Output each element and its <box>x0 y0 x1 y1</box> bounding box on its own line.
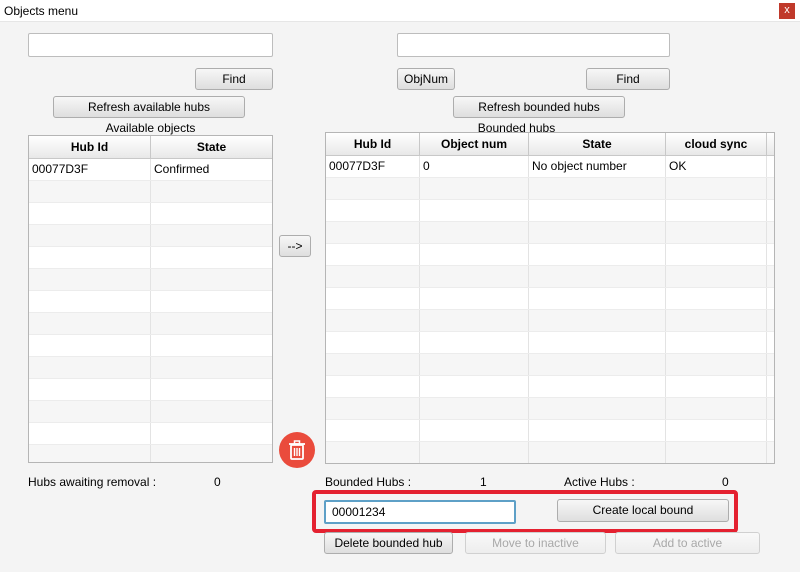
hub-id-cell: 00077D3F <box>326 156 420 177</box>
empty-row <box>29 313 272 335</box>
state-cell: Confirmed <box>154 162 210 176</box>
objects-menu-content: Find Refresh available hubs Available ob… <box>0 22 800 572</box>
transfer-arrow-button[interactable]: --> <box>279 235 311 257</box>
refresh-bounded-hubs-button[interactable]: Refresh bounded hubs <box>453 96 625 118</box>
bounded-hubs-value: 1 <box>480 475 487 489</box>
empty-row <box>326 200 774 222</box>
move-to-inactive-button[interactable]: Move to inactive <box>465 532 606 554</box>
hubs-awaiting-removal-value: 0 <box>214 475 221 489</box>
create-local-bound-button[interactable]: Create local bound <box>557 499 729 522</box>
bounded-hubs-table[interactable]: Hub Id Object num State cloud sync 00077… <box>325 132 775 464</box>
column-header-hub-id[interactable]: Hub Id <box>29 136 151 158</box>
available-objects-caption: Available objects <box>105 121 196 135</box>
table-row[interactable]: 00077D3F 0 No object number OK <box>326 156 774 178</box>
available-objects-table[interactable]: Hub Id State 00077D3F Confirmed <box>28 135 273 463</box>
empty-row <box>29 335 272 357</box>
hubs-awaiting-removal-label: Hubs awaiting removal : <box>28 475 157 489</box>
table-header: Hub Id State <box>29 136 272 159</box>
title-bar: Objects menu x <box>0 0 800 22</box>
delete-trash-button[interactable] <box>279 432 315 468</box>
empty-row <box>29 379 272 401</box>
bounded-find-button[interactable]: Find <box>586 68 670 90</box>
table-row[interactable]: 00077D3F Confirmed <box>29 159 272 181</box>
column-header-object-num[interactable]: Object num <box>420 133 529 155</box>
column-header-cloud-sync[interactable]: cloud sync <box>666 133 767 155</box>
empty-row <box>326 222 774 244</box>
empty-row <box>326 376 774 398</box>
empty-row <box>326 398 774 420</box>
empty-row <box>29 225 272 247</box>
empty-row <box>326 442 774 463</box>
column-header-state[interactable]: State <box>529 133 666 155</box>
available-find-button[interactable]: Find <box>195 68 273 90</box>
empty-row <box>326 310 774 332</box>
empty-row <box>326 354 774 376</box>
table-header: Hub Id Object num State cloud sync <box>326 133 774 156</box>
empty-row <box>326 332 774 354</box>
object-number-input[interactable] <box>324 500 516 524</box>
empty-row <box>326 266 774 288</box>
empty-row <box>29 401 272 423</box>
active-hubs-label: Active Hubs : <box>564 475 635 489</box>
empty-row <box>29 291 272 313</box>
hub-id-cell: 00077D3F <box>29 159 151 180</box>
objnum-button[interactable]: ObjNum <box>397 68 455 90</box>
empty-row <box>29 423 272 445</box>
empty-row <box>326 420 774 442</box>
empty-row <box>326 244 774 266</box>
bounded-search-input[interactable] <box>397 33 670 57</box>
empty-row <box>29 269 272 291</box>
cloud-sync-cell: OK <box>666 156 767 177</box>
column-header-state[interactable]: State <box>151 136 272 158</box>
empty-row <box>326 288 774 310</box>
refresh-available-hubs-button[interactable]: Refresh available hubs <box>53 96 245 118</box>
close-button[interactable]: x <box>779 3 795 19</box>
window-title: Objects menu <box>4 4 79 18</box>
empty-row <box>326 178 774 200</box>
empty-row <box>29 445 272 462</box>
empty-row <box>29 247 272 269</box>
bounded-hubs-label: Bounded Hubs : <box>325 475 412 489</box>
column-header-hub-id[interactable]: Hub Id <box>326 133 420 155</box>
state-cell: No object number <box>529 156 666 177</box>
empty-row <box>29 203 272 225</box>
delete-bounded-hub-button[interactable]: Delete bounded hub <box>324 532 453 554</box>
empty-row <box>29 357 272 379</box>
active-hubs-value: 0 <box>722 475 729 489</box>
trash-icon <box>289 440 305 460</box>
available-search-input[interactable] <box>28 33 273 57</box>
empty-row <box>29 181 272 203</box>
add-to-active-button[interactable]: Add to active <box>615 532 760 554</box>
object-num-cell: 0 <box>420 156 529 177</box>
